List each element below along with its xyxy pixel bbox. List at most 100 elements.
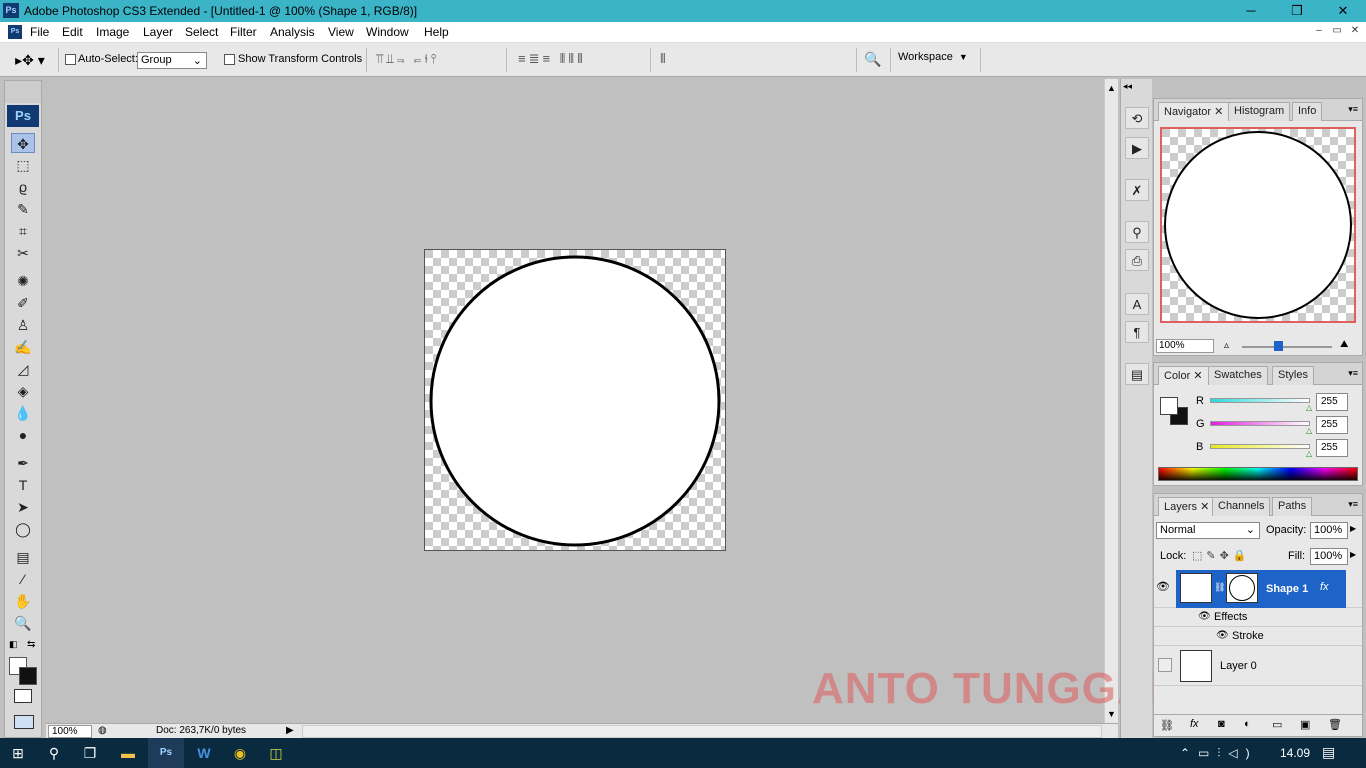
menu-edit[interactable]: Edit <box>62 25 83 39</box>
menu-view[interactable]: View <box>328 25 354 39</box>
file-explorer-icon[interactable]: ▬ <box>110 738 146 768</box>
channel-slider-r[interactable] <box>1210 398 1310 403</box>
layer-stroke-row[interactable]: 👁 Stroke <box>1154 627 1362 646</box>
tab-histogram[interactable]: Histogram <box>1228 102 1291 121</box>
doc-close-button[interactable]: ✕ <box>1346 25 1364 39</box>
tray-icons[interactable]: ⌃▭⫶◁) <box>1180 746 1258 761</box>
visibility-toggle[interactable] <box>1158 658 1172 672</box>
workspace-button[interactable]: Workspace ▼ <box>898 51 980 69</box>
tab-channels[interactable]: Channels <box>1212 497 1271 516</box>
bridge-icon[interactable]: 🔍 <box>864 51 881 68</box>
character-icon[interactable]: A <box>1125 293 1149 315</box>
eyedropper-tool-icon[interactable]: ⁄ <box>11 569 35 589</box>
app-icon[interactable]: ◫ <box>258 738 294 768</box>
eye-icon[interactable]: 👁 <box>1216 630 1229 641</box>
move-tool-preset-icon[interactable]: ▸✥ ▾ <box>6 49 54 71</box>
panel-menu-icon[interactable]: ▾≡ <box>1348 499 1358 510</box>
layer-style-icon[interactable]: fx <box>1190 718 1199 730</box>
fill-thumbnail[interactable] <box>1180 573 1212 603</box>
navigator-zoom-field[interactable]: 100% <box>1156 339 1214 353</box>
fill-field[interactable]: 100% <box>1310 548 1348 565</box>
shape-1-circle[interactable] <box>429 255 721 547</box>
slice-tool-icon[interactable]: ✂ <box>11 243 35 263</box>
pen-tool-icon[interactable]: ✒ <box>11 453 35 473</box>
new-group-icon[interactable]: ▭ <box>1272 718 1282 731</box>
tab-swatches[interactable]: Swatches <box>1208 366 1268 385</box>
paragraph-icon[interactable]: ¶ <box>1125 321 1149 343</box>
lasso-tool-icon[interactable]: ϱ <box>11 177 35 197</box>
panel-menu-icon[interactable]: ▾≡ <box>1348 368 1358 379</box>
slider-thumb-icon[interactable]: △ <box>1306 426 1312 435</box>
notes-tool-icon[interactable]: ▤ <box>11 547 35 567</box>
marquee-tool-icon[interactable]: ⬚ <box>11 155 35 175</box>
align-buttons-group[interactable]: ⫪⫫⫬ ⫭⫮⫯ <box>376 51 439 67</box>
opacity-field[interactable]: 100% <box>1310 522 1348 539</box>
menu-select[interactable]: Select <box>185 25 218 39</box>
channel-value-r[interactable]: 255 <box>1316 393 1348 411</box>
path-selection-tool-icon[interactable]: ➤ <box>11 497 35 517</box>
layer-thumbnail[interactable] <box>1180 650 1212 682</box>
channel-value-g[interactable]: 255 <box>1316 416 1348 434</box>
channel-slider-g[interactable] <box>1210 421 1310 426</box>
doc-minimize-button[interactable]: – <box>1310 25 1328 39</box>
lock-icons[interactable]: ⬚✎✥🔒 <box>1192 549 1251 562</box>
layer-effects-row[interactable]: 👁 Effects <box>1154 608 1362 627</box>
word-icon[interactable]: W <box>186 738 222 768</box>
zoom-tool-icon[interactable]: 🔍 <box>11 613 35 633</box>
blur-tool-icon[interactable]: 💧 <box>11 403 35 423</box>
quick-mask-icon[interactable] <box>14 689 32 703</box>
ellipse-tool-icon[interactable]: ◯ <box>11 519 35 539</box>
screen-mode-icon[interactable] <box>14 715 34 729</box>
vector-mask-thumbnail[interactable] <box>1226 573 1258 603</box>
eraser-tool-icon[interactable]: ◿ <box>11 359 35 379</box>
dock-collapse-icon[interactable]: ◂◂ <box>1123 81 1132 92</box>
doc-restore-button[interactable]: ▭ <box>1328 25 1346 39</box>
delete-layer-icon[interactable]: 🗑 <box>1328 718 1342 731</box>
history-brush-tool-icon[interactable]: ✍ <box>11 337 35 357</box>
layer-comps-icon[interactable]: ▤ <box>1125 363 1149 385</box>
layer-name[interactable]: Shape 1 <box>1266 583 1308 595</box>
tab-info[interactable]: Info <box>1292 102 1323 121</box>
navigator-preview[interactable] <box>1160 127 1356 323</box>
notifications-icon[interactable]: ▤ <box>1322 744 1335 761</box>
clock[interactable]: 14.09 <box>1280 746 1310 760</box>
clone-source-icon[interactable]: ⎙ <box>1125 249 1149 271</box>
auto-select-dropdown[interactable]: Group ⌄ <box>137 52 207 69</box>
vertical-scrollbar[interactable]: ▲ ▼ <box>1104 79 1118 723</box>
close-button[interactable]: ✕ <box>1320 0 1366 22</box>
opacity-arrow-icon[interactable]: ▶ <box>1350 524 1356 533</box>
tab-paths[interactable]: Paths <box>1272 497 1313 516</box>
dodge-tool-icon[interactable]: ● <box>11 425 35 445</box>
auto-align-icon[interactable]: ⦀ <box>660 51 666 67</box>
task-view-icon[interactable]: ❐ <box>72 738 108 768</box>
menu-layer[interactable]: Layer <box>143 25 173 39</box>
add-mask-icon[interactable]: ◙ <box>1218 718 1225 730</box>
start-icon[interactable]: ⊞ <box>0 738 36 768</box>
paint-bucket-tool-icon[interactable]: ◈ <box>11 381 35 401</box>
default-colors-icon[interactable]: ◧ <box>9 639 23 653</box>
brush-tool-icon[interactable]: ✐ <box>11 293 35 313</box>
tab-styles[interactable]: Styles <box>1272 366 1314 385</box>
scroll-up-icon[interactable]: ▲ <box>1107 83 1116 93</box>
restore-button[interactable]: ❐ <box>1274 0 1320 22</box>
background-color-swatch[interactable] <box>19 667 37 685</box>
zoom-out-icon[interactable]: ▵ <box>1224 340 1229 351</box>
search-icon[interactable]: ⚲ <box>36 738 72 768</box>
layer-name[interactable]: Layer 0 <box>1220 660 1257 672</box>
channel-slider-b[interactable] <box>1210 444 1310 449</box>
tool-presets-icon[interactable]: ✗ <box>1125 179 1149 201</box>
layer-row-shape-1[interactable]: 👁 ⛓ Shape 1 fx <box>1154 570 1362 608</box>
document-icon[interactable]: Ps <box>8 25 22 39</box>
healing-brush-tool-icon[interactable]: ✺ <box>11 271 35 291</box>
brushes-icon[interactable]: ⚲ <box>1125 221 1149 243</box>
swap-colors-icon[interactable]: ⇆ <box>27 639 39 653</box>
chrome-icon[interactable]: ◉ <box>222 738 258 768</box>
status-menu-arrow-icon[interactable]: ▶ <box>286 725 294 736</box>
color-fg-swatch[interactable] <box>1160 397 1178 415</box>
menu-window[interactable]: Window <box>366 25 409 39</box>
zoom-in-icon[interactable]: ⛰ <box>1340 339 1348 350</box>
zoom-slider-thumb[interactable] <box>1274 341 1283 351</box>
toolbox-header[interactable] <box>5 81 41 103</box>
actions-icon[interactable]: ▶ <box>1125 137 1149 159</box>
new-layer-icon[interactable]: ▣ <box>1300 718 1310 731</box>
